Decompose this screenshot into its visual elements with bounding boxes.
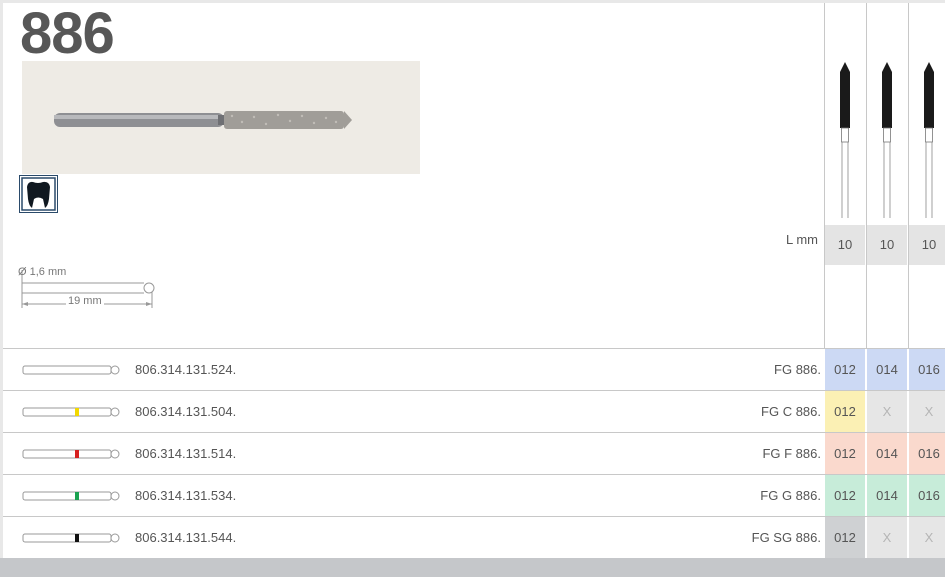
diamond-bur-photo: [22, 61, 420, 174]
bur-outline-icon: [22, 449, 120, 459]
overall-length: 19 mm: [66, 295, 104, 307]
bur-outline-icon: [22, 365, 120, 375]
size-unavailable-cell: X: [909, 517, 945, 558]
bottom-bar: [0, 558, 945, 577]
table-row[interactable]: 806.314.131.544. FG SG 886. 012 X X: [3, 517, 945, 558]
table-row[interactable]: 806.314.131.504. FG C 886. 012 X X: [3, 391, 945, 432]
table-row[interactable]: 806.314.131.534. FG G 886. 012 014 016: [3, 475, 945, 516]
designation: FG G 886.: [760, 488, 821, 503]
reference-number: 806.314.131.534.: [135, 488, 237, 503]
column-divider: [908, 3, 909, 348]
bur-silhouette-icon: [840, 62, 850, 218]
designation: FG SG 886.: [751, 530, 821, 545]
designation: FG F 886.: [762, 446, 821, 461]
size-cell[interactable]: 016: [909, 475, 945, 516]
reference-number: 806.314.131.504.: [135, 404, 237, 419]
bur-outline-icon: [22, 407, 120, 417]
column-divider: [824, 3, 825, 348]
bur-outline-icon: [22, 491, 120, 501]
product-number: 886: [20, 1, 115, 66]
length-label: L mm: [785, 232, 818, 247]
reference-number: 806.314.131.524.: [135, 362, 237, 377]
length-cell: 10: [909, 225, 945, 265]
size-unavailable-cell: X: [867, 391, 907, 432]
size-cell[interactable]: 012: [825, 517, 865, 558]
size-cell[interactable]: 014: [867, 349, 907, 390]
size-unavailable-cell: X: [867, 517, 907, 558]
reference-number: 806.314.131.514.: [135, 446, 237, 461]
size-cell[interactable]: 012: [825, 475, 865, 516]
size-cell[interactable]: 012: [825, 433, 865, 474]
table-row[interactable]: 806.314.131.514. FG F 886. 012 014 016: [3, 433, 945, 474]
size-cell[interactable]: 016: [909, 433, 945, 474]
tooth-crown-icon: [19, 175, 58, 213]
table-row[interactable]: 806.314.131.524. FG 886. 012 014 016: [3, 349, 945, 390]
size-cell[interactable]: 014: [867, 475, 907, 516]
size-cell[interactable]: 012: [825, 349, 865, 390]
size-cell[interactable]: 014: [867, 433, 907, 474]
size-cell[interactable]: 012: [825, 391, 865, 432]
designation: FG 886.: [774, 362, 821, 377]
size-unavailable-cell: X: [909, 391, 945, 432]
length-cell: 10: [867, 225, 907, 265]
reference-number: 806.314.131.544.: [135, 530, 237, 545]
shank-diameter: Ø 1,6 mm: [18, 266, 67, 278]
size-cell[interactable]: 016: [909, 349, 945, 390]
column-divider: [866, 3, 867, 348]
bur-silhouette-icon: [924, 62, 934, 218]
length-cell: 10: [825, 225, 865, 265]
bur-silhouette-icon: [882, 62, 892, 218]
bur-outline-icon: [22, 533, 120, 543]
designation: FG C 886.: [761, 404, 821, 419]
